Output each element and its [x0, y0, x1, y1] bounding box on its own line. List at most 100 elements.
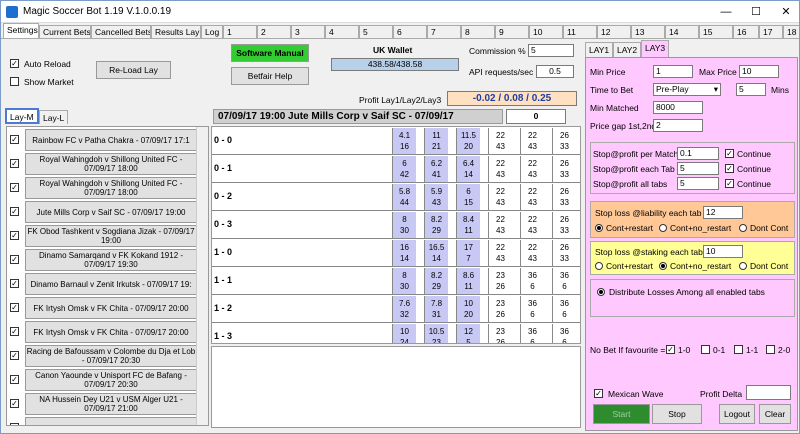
market-button[interactable]: Racing de Bafoussam v Colombe du Dja et … — [25, 345, 197, 367]
tab-lay2[interactable]: LAY2 — [613, 42, 642, 57]
market-checkbox[interactable]: ✓ — [10, 255, 19, 264]
market-button[interactable]: Dinamo Samarqand v FK Kokand 1912 - 07/0… — [25, 249, 197, 271]
stop-loss-liability-input[interactable]: 12 — [703, 206, 743, 219]
fav-0-1-checkbox[interactable] — [701, 345, 710, 354]
dont-cont-radio[interactable] — [739, 262, 747, 270]
odds-value: 22 — [496, 131, 505, 140]
tab-18[interactable]: 18 — [783, 25, 799, 38]
tab-lay3[interactable]: LAY3 — [641, 40, 670, 57]
tab-7[interactable]: 7 — [427, 25, 461, 38]
tab-17[interactable]: 17 — [759, 25, 783, 38]
mexican-wave-checkbox[interactable]: ✓ — [594, 389, 603, 398]
betfair-help-button[interactable]: Betfair Help — [231, 67, 309, 85]
tab-3[interactable]: 3 — [291, 25, 325, 38]
tab-current-bets[interactable]: Current Bets — [39, 25, 91, 38]
market-button[interactable]: Royal Wahingdoh v Shillong United FC - 0… — [25, 177, 197, 199]
tab-5[interactable]: 5 — [359, 25, 393, 38]
tab-11[interactable]: 11 — [563, 25, 597, 38]
market-button[interactable]: Royal Wahingdoh v Shillong United FC - 0… — [25, 153, 197, 175]
market-checkbox[interactable]: ✓ — [10, 231, 19, 240]
tab-lay-l[interactable]: Lay-L — [39, 110, 69, 124]
tab-lay-m[interactable]: Lay-M — [5, 108, 39, 124]
continue-checkbox[interactable]: ✓ — [725, 179, 734, 188]
market-checkbox[interactable]: ✓ — [10, 375, 19, 384]
market-checkbox[interactable]: ✓ — [10, 303, 19, 312]
tab-4[interactable]: 4 — [325, 25, 359, 38]
market-checkbox[interactable]: ✓ — [10, 279, 19, 288]
stop-tab-input[interactable]: 5 — [677, 162, 719, 175]
min-price-input[interactable]: 1 — [653, 65, 693, 78]
stop-button[interactable]: Stop — [652, 404, 702, 424]
market-button[interactable]: Canon Yaounde v Unisport FC de Bafang - … — [25, 369, 197, 391]
tab-results-lay[interactable]: Results Lay — [151, 25, 201, 38]
time-to-bet-select[interactable]: Pre-Play ▾ — [653, 83, 721, 96]
auto-reload-checkbox[interactable]: ✓ — [10, 59, 19, 68]
logout-button[interactable]: Logout — [719, 404, 755, 424]
mins-input[interactable]: 5 — [736, 83, 766, 96]
tab-14[interactable]: 14 — [665, 25, 699, 38]
market-button[interactable]: Dinamo Barnaul v Zenit Irkutsk - 07/09/1… — [25, 273, 197, 295]
tab-settings[interactable]: Settings — [3, 23, 39, 38]
tab-15[interactable]: 15 — [699, 25, 733, 38]
tab-8[interactable]: 8 — [461, 25, 495, 38]
market-button[interactable]: FK Irtysh Omsk v FK Chita - 07/09/17 20:… — [25, 297, 197, 319]
tab-6[interactable]: 6 — [393, 25, 427, 38]
cont-no-restart-radio[interactable] — [659, 224, 667, 232]
stop-all-input[interactable]: 5 — [677, 177, 719, 190]
market-button[interactable]: FK Irtysh Omsk v FK Chita - 07/09/17 20:… — [25, 321, 197, 343]
tab-12[interactable]: 12 — [597, 25, 631, 38]
tab-lay1[interactable]: LAY1 — [585, 42, 614, 57]
min-matched-input[interactable]: 8000 — [653, 101, 703, 114]
market-checkbox[interactable]: ✓ — [10, 351, 19, 360]
clear-button[interactable]: Clear — [759, 404, 791, 424]
tab-10[interactable]: 10 — [529, 25, 563, 38]
max-price-input[interactable]: 10 — [739, 65, 779, 78]
market-checkbox[interactable]: ✓ — [10, 159, 19, 168]
market-checkbox[interactable]: ✓ — [10, 135, 19, 144]
market-checkbox[interactable]: ✓ — [10, 183, 19, 192]
odds-value: 22 — [496, 159, 505, 168]
tab-13[interactable]: 13 — [631, 25, 665, 38]
tab-1[interactable]: 1 — [223, 25, 257, 38]
cont-no-restart-radio[interactable] — [659, 262, 667, 270]
market-checkbox[interactable]: ✓ — [10, 399, 19, 408]
odds-cell: 22 43 — [520, 128, 544, 154]
fav-1-1-checkbox[interactable] — [734, 345, 743, 354]
cont-restart-radio[interactable] — [595, 224, 603, 232]
tab-2[interactable]: 2 — [257, 25, 291, 38]
maximize-button[interactable]: ☐ — [741, 1, 771, 23]
show-market-checkbox[interactable] — [10, 77, 19, 86]
market-checkbox[interactable]: ✓ — [10, 207, 19, 216]
stop-loss-staking-input[interactable]: 10 — [703, 245, 743, 258]
stop-match-input[interactable]: 0.1 — [677, 147, 719, 160]
distribute-radio[interactable] — [597, 288, 605, 296]
tab-16[interactable]: 16 — [733, 25, 759, 38]
software-manual-button[interactable]: Software Manual — [231, 44, 309, 62]
market-checkbox[interactable]: ✓ — [10, 423, 19, 425]
profit-delta-input[interactable] — [746, 385, 791, 400]
price-gap-input[interactable]: 2 — [653, 119, 703, 132]
market-button[interactable]: NA Hussein Dey U21 v USM Alger U21 - 07/… — [25, 393, 197, 415]
market-button[interactable]: FK Obod Tashkent v Sogdiana Jizak - 07/0… — [25, 225, 197, 247]
list-item: ✓ Jute Mills Corp v Saif SC - 07/09/17 19… — [7, 200, 197, 224]
tab-9[interactable]: 9 — [495, 25, 529, 38]
dont-cont-radio[interactable] — [739, 224, 747, 232]
cont-restart-radio[interactable] — [595, 262, 603, 270]
reload-lay-button[interactable]: Re-Load Lay — [96, 61, 171, 79]
market-checkbox[interactable]: ✓ — [10, 327, 19, 336]
continue-checkbox[interactable]: ✓ — [725, 164, 734, 173]
market-button[interactable]: Jute Mills Corp v Saif SC - 07/09/17 19:… — [25, 201, 197, 223]
market-button[interactable]: Sheikh Russel v Mohammedan SC (Dhaka) - — [25, 417, 197, 425]
start-button[interactable]: Start — [593, 404, 650, 424]
tab-cancelled-bets[interactable]: Cancelled Bets — [91, 25, 151, 38]
commission-input[interactable]: 5 — [528, 44, 574, 57]
minimize-button[interactable]: — — [711, 1, 741, 23]
market-button[interactable]: Rainbow FC v Patha Chakra - 07/09/17 17:… — [25, 129, 197, 151]
fav-2-0-checkbox[interactable] — [766, 345, 775, 354]
api-requests-input[interactable]: 0.5 — [536, 65, 574, 78]
close-button[interactable]: ✕ — [771, 1, 799, 23]
continue-checkbox[interactable]: ✓ — [725, 149, 734, 158]
tab-log[interactable]: Log — [201, 25, 223, 38]
market-list-scrollbar[interactable] — [196, 127, 208, 425]
fav-1-0-checkbox[interactable]: ✓ — [666, 345, 675, 354]
